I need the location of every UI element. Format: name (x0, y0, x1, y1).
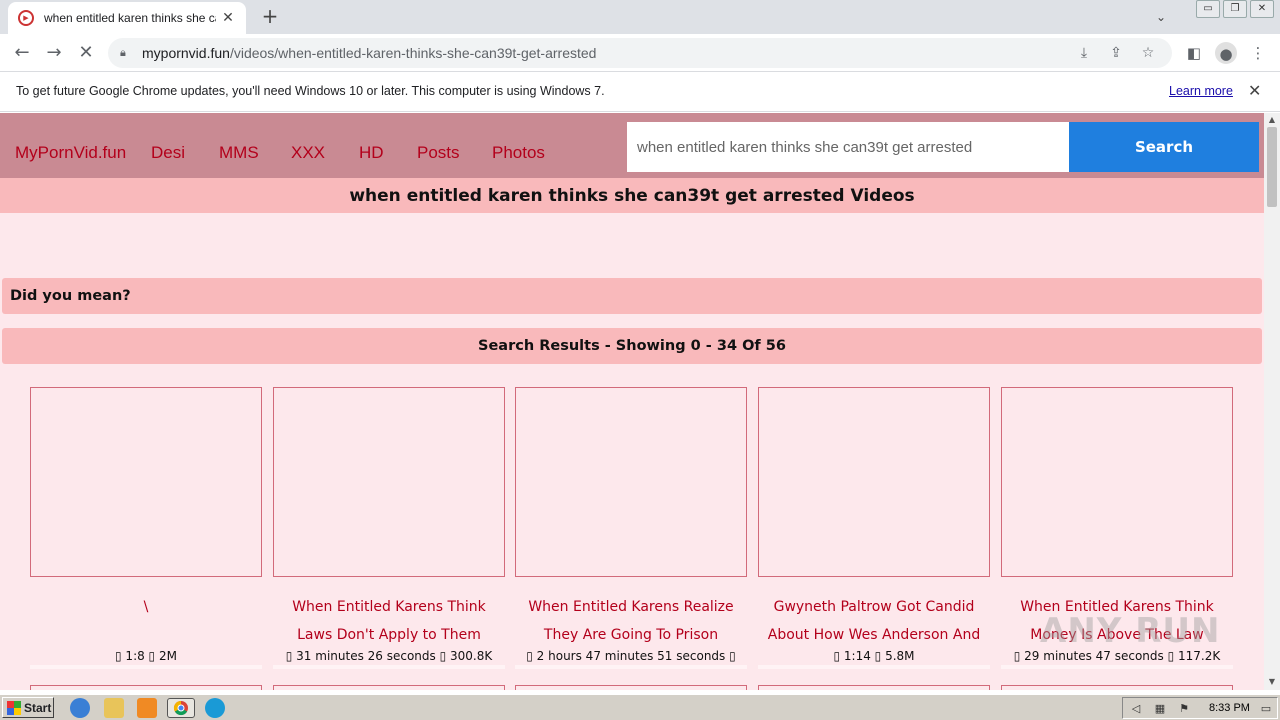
lock-icon[interactable]: 🔒︎ (120, 46, 132, 60)
scroll-down-icon[interactable]: ▼ (1267, 677, 1277, 686)
url-text[interactable]: mypornvid.fun/videos/when-entitled-karen… (142, 45, 596, 61)
results-header-bar: Search Results - Showing 0 - 34 Of 56 (2, 328, 1262, 364)
back-arrow-icon[interactable]: ← (10, 41, 34, 65)
omnibox-actions: ⤓ ⇪ ☆ (1068, 38, 1164, 68)
windows-taskbar: Start ◁ ▦ ⚑ 8:33 PM ▭ (0, 694, 1280, 720)
video-title[interactable]: When Entitled Karens Think Laws Don't Ap… (273, 593, 505, 649)
card-footer (273, 665, 505, 669)
video-meta: ▯ 29 minutes 47 seconds ▯ 117.2K (1013, 649, 1221, 663)
forward-arrow-icon[interactable]: → (42, 41, 66, 65)
stop-loading-icon[interactable]: ✕ (74, 41, 98, 65)
video-thumbnail-next-row[interactable] (1001, 685, 1233, 690)
video-thumbnail[interactable] (1001, 387, 1233, 577)
scroll-thumb[interactable] (1267, 127, 1277, 207)
page-title: when entitled karen thinks she can39t ge… (349, 185, 915, 206)
video-thumbnail-next-row[interactable] (515, 685, 747, 690)
tab-strip: ▶ when entitled karen thinks she can39t … (0, 0, 1280, 34)
chrome-icon (173, 700, 188, 716)
video-card[interactable]: Gwyneth Paltrow Got Candid About How Wes… (758, 387, 990, 669)
site-favicon-icon: ▶ (18, 10, 34, 26)
taskbar-clock[interactable]: 8:33 PM (1209, 702, 1250, 714)
action-center-flag-icon[interactable]: ⚑ (1177, 702, 1191, 715)
browser-tab[interactable]: ▶ when entitled karen thinks she can39t … (8, 2, 246, 34)
card-footer (515, 665, 747, 669)
nav-home-logo[interactable]: MyPornVid.fun (15, 143, 126, 163)
windows-logo-icon (7, 700, 21, 715)
video-meta: ▯ 31 minutes 26 seconds ▯ 300.8K (285, 649, 493, 663)
did-you-mean-label: Did you mean? (10, 288, 131, 304)
nav-link-desi[interactable]: Desi (151, 143, 185, 163)
scroll-up-icon[interactable]: ▲ (1267, 115, 1277, 124)
anyrun-watermark: ANY RUN (1040, 611, 1221, 651)
video-title[interactable]: When Entitled Karens Realize They Are Go… (515, 593, 747, 649)
video-card[interactable]: \ ▯ 1:8 ▯ 2M (30, 387, 262, 669)
close-window-button[interactable]: ✕ (1250, 0, 1274, 18)
tab-title: when entitled karen thinks she can39t (44, 11, 216, 25)
nav-link-hd[interactable]: HD (359, 143, 384, 163)
video-meta: ▯ 2 hours 47 minutes 51 seconds ▯ (526, 649, 736, 663)
nav-link-photos[interactable]: Photos (492, 143, 545, 163)
side-panel-icon[interactable]: ◧ (1182, 41, 1206, 65)
results-count: Search Results - Showing 0 - 34 Of 56 (478, 338, 786, 354)
start-label: Start (24, 700, 52, 715)
show-desktop-icon[interactable]: ▭ (1259, 702, 1273, 715)
volume-icon[interactable]: ◁ (1129, 702, 1143, 715)
video-title[interactable]: Gwyneth Paltrow Got Candid About How Wes… (758, 593, 990, 649)
edge-icon[interactable] (205, 698, 225, 718)
site-navbar: MyPornVid.fun Desi MMS XXX HD Posts Phot… (0, 113, 1264, 178)
video-thumbnail[interactable] (273, 387, 505, 577)
internet-explorer-icon[interactable] (70, 698, 90, 718)
video-thumbnail[interactable] (30, 387, 262, 577)
tab-close-icon[interactable]: ✕ (220, 10, 236, 26)
media-player-icon[interactable] (137, 698, 157, 718)
video-meta: ▯ 1:14 ▯ 5.8M (833, 649, 915, 663)
did-you-mean-bar: Did you mean? (2, 278, 1262, 314)
video-thumbnail[interactable] (758, 387, 990, 577)
browser-toolbar: ← → ✕ 🔒︎ mypornvid.fun/videos/when-entit… (0, 34, 1280, 72)
card-footer (1001, 665, 1233, 669)
profile-avatar-icon[interactable]: ● (1215, 42, 1237, 64)
page-viewport: MyPornVid.fun Desi MMS XXX HD Posts Phot… (0, 113, 1264, 690)
address-bar[interactable]: 🔒︎ mypornvid.fun/videos/when-entitled-ka… (108, 38, 1172, 68)
card-footer (758, 665, 990, 669)
video-thumbnail-next-row[interactable] (30, 685, 262, 690)
search-input[interactable] (627, 122, 1069, 172)
restore-button[interactable]: ❐ (1223, 0, 1247, 18)
page-title-bar: when entitled karen thinks she can39t ge… (0, 178, 1264, 213)
tab-search-icon[interactable]: ⌄ (1150, 6, 1172, 28)
chrome-taskbar-button[interactable] (167, 698, 195, 718)
card-footer (30, 665, 262, 669)
video-thumbnail[interactable] (515, 387, 747, 577)
update-infobar: To get future Google Chrome updates, you… (0, 72, 1280, 112)
infobar-close-icon[interactable]: ✕ (1248, 81, 1261, 100)
nav-link-posts[interactable]: Posts (417, 143, 460, 163)
page-scrollbar[interactable]: ▲ ▼ (1264, 113, 1280, 690)
nav-link-xxx[interactable]: XXX (291, 143, 325, 163)
infobar-message: To get future Google Chrome updates, you… (16, 84, 605, 98)
video-card[interactable]: When Entitled Karens Think Laws Don't Ap… (273, 387, 505, 669)
bookmark-star-icon[interactable]: ☆ (1132, 45, 1164, 61)
video-card[interactable]: When Entitled Karens Realize They Are Go… (515, 387, 747, 669)
system-tray: ◁ ▦ ⚑ 8:33 PM ▭ (1122, 697, 1278, 719)
network-icon[interactable]: ▦ (1153, 702, 1167, 715)
nav-link-mms[interactable]: MMS (219, 143, 259, 163)
search-button[interactable]: Search (1069, 122, 1259, 172)
file-explorer-icon[interactable] (104, 698, 124, 718)
learn-more-link[interactable]: Learn more (1169, 84, 1233, 98)
video-thumbnail-next-row[interactable] (758, 685, 990, 690)
video-meta: ▯ 1:8 ▯ 2M (115, 649, 177, 663)
menu-kebab-icon[interactable]: ⋮ (1246, 41, 1270, 65)
new-tab-button[interactable]: + (258, 4, 282, 28)
window-controls: ▭ ❐ ✕ (1193, 0, 1274, 18)
install-app-icon[interactable]: ⤓ (1068, 45, 1100, 61)
video-title[interactable]: \ (30, 593, 262, 649)
share-icon[interactable]: ⇪ (1100, 45, 1132, 61)
minimize-button[interactable]: ▭ (1196, 0, 1220, 18)
video-thumbnail-next-row[interactable] (273, 685, 505, 690)
start-button[interactable]: Start (2, 697, 54, 718)
